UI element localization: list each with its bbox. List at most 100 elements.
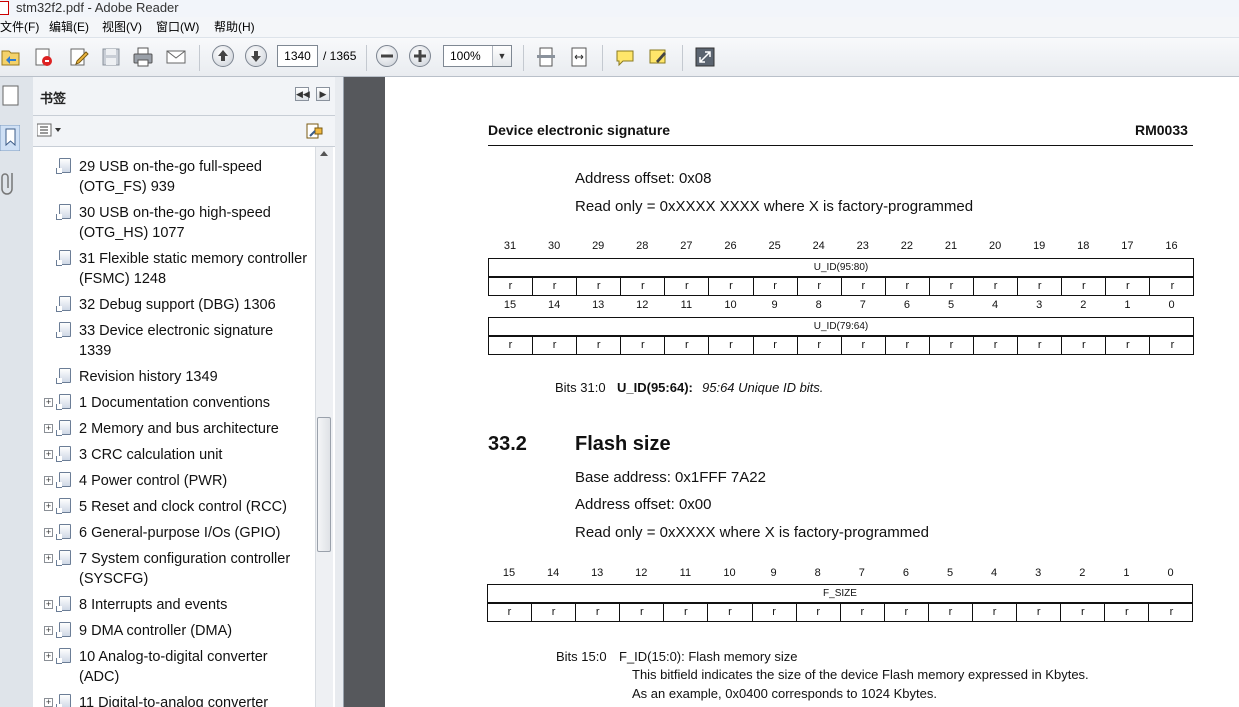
page-number-input[interactable]: 1340 <box>277 45 318 67</box>
bookmark-label: 33 Device electronic signature 1339 <box>79 323 274 359</box>
bookmarks-scrollbar[interactable] <box>315 147 333 707</box>
bit-access-cell: r <box>576 604 621 621</box>
fit-width-icon[interactable] <box>568 46 590 68</box>
expand-icon[interactable]: + <box>44 626 53 635</box>
expand-icon[interactable]: + <box>44 502 53 511</box>
bookmark-icon <box>56 648 71 664</box>
bit-access-cell: r <box>621 337 666 354</box>
bit-number: 10 <box>724 299 737 311</box>
bit-number: 4 <box>991 567 998 579</box>
plus-icon <box>414 50 426 62</box>
uid-bits-label: Bits 31:0 <box>555 380 606 395</box>
comment-icon[interactable] <box>614 46 636 68</box>
bit-access-cell: r <box>577 278 622 295</box>
flash-access-row: rrrrrrrrrrrrrrrr <box>487 603 1193 622</box>
expand-panel-button[interactable]: ▶ <box>316 87 330 101</box>
menu-edit[interactable]: 编辑(E) <box>49 19 89 35</box>
save-icon[interactable] <box>100 46 122 68</box>
bit-number: 13 <box>591 567 604 579</box>
register-name: F_SIZE <box>823 588 857 599</box>
expand-icon[interactable]: + <box>44 398 53 407</box>
bookmark-label: 3 CRC calculation unit <box>79 447 223 463</box>
bookmark-icon <box>56 472 71 488</box>
expand-icon[interactable]: + <box>44 424 53 433</box>
section-number: 33.2 <box>488 433 527 455</box>
open-file-icon[interactable] <box>0 46 22 68</box>
uid-access-row-1: rrrrrrrrrrrrrrrr <box>488 277 1194 296</box>
bit-number: 6 <box>902 567 909 579</box>
bit-access-cell: r <box>798 337 842 354</box>
bit-number: 5 <box>946 567 954 579</box>
bookmark-icon <box>56 296 71 312</box>
bookmark-label: 1 Documentation conventions <box>79 395 271 411</box>
find-bookmark-icon[interactable] <box>306 122 324 140</box>
menu-help[interactable]: 帮助(H) <box>214 19 255 35</box>
bookmark-label: 7 System configuration controller (SYSCF… <box>79 551 291 587</box>
scrollbar-thumb[interactable] <box>317 417 331 552</box>
bookmark-options-icon[interactable] <box>37 123 63 137</box>
highlight-icon[interactable] <box>647 46 669 68</box>
expand-icon[interactable]: + <box>44 652 53 661</box>
uid-register-name-row-1: U_ID(95:80) <box>488 258 1194 277</box>
edit-document-icon[interactable] <box>68 46 90 68</box>
bit-number: 31 <box>503 240 517 252</box>
bit-access-cell: r <box>842 337 886 354</box>
previous-page-button[interactable] <box>212 45 234 67</box>
expand-icon[interactable]: + <box>44 698 53 707</box>
bookmark-icon <box>56 446 71 462</box>
email-icon[interactable] <box>165 46 187 68</box>
menu-file[interactable]: 文件(F) <box>0 19 39 35</box>
bit-number: 21 <box>944 240 958 252</box>
fit-page-icon[interactable] <box>535 46 557 68</box>
uid-read-only: Read only = 0xXXXX XXXX where X is facto… <box>575 198 974 215</box>
bit-access-cell: r <box>620 604 665 621</box>
bit-number: 8 <box>815 299 822 311</box>
bit-access-cell: r <box>533 278 578 295</box>
page-header-left: Device electronic signature <box>488 122 671 138</box>
menu-view[interactable]: 视图(V) <box>102 19 142 35</box>
next-page-button[interactable] <box>245 45 267 67</box>
chevron-down-icon[interactable]: ▼ <box>492 46 511 66</box>
expand-icon[interactable]: + <box>44 476 53 485</box>
print-icon[interactable] <box>132 46 154 68</box>
page-thumbnails-icon[interactable] <box>2 85 20 107</box>
bookmark-label: 10 Analog-to-digital converter (ADC) <box>79 649 268 685</box>
arrow-up-icon <box>218 50 228 61</box>
bit-number: 7 <box>859 299 866 311</box>
expand-icon[interactable]: + <box>44 450 53 459</box>
bit-number: 24 <box>812 240 825 252</box>
expand-icon[interactable]: + <box>44 600 53 609</box>
bookmark-icon <box>56 694 71 707</box>
toolbar-separator <box>366 45 367 71</box>
flash-register-name-row: F_SIZE <box>487 584 1193 603</box>
expand-icon[interactable]: + <box>44 554 53 563</box>
bookmark-label: 6 General-purpose I/Os (GPIO) <box>79 525 281 541</box>
scroll-up-icon[interactable] <box>320 151 328 156</box>
bookmarks-toolbar <box>33 116 335 147</box>
bit-access-cell: r <box>488 604 532 621</box>
full-screen-icon[interactable] <box>694 46 716 68</box>
collapse-panel-button[interactable]: ◀◀ <box>295 87 310 101</box>
panel-splitter[interactable] <box>335 77 344 707</box>
bookmark-icon <box>56 420 71 436</box>
bit-number: 30 <box>547 240 561 252</box>
zoom-out-button[interactable] <box>376 45 398 67</box>
zoom-in-button[interactable] <box>409 45 431 67</box>
create-pdf-icon[interactable] <box>32 46 54 68</box>
bit-access-cell: r <box>709 604 753 621</box>
uid-access-row-2: rrrrrrrrrrrrrrrr <box>488 336 1194 355</box>
attachments-icon[interactable] <box>0 169 18 197</box>
zoom-select[interactable]: 100% ▼ <box>443 45 512 67</box>
bit-number: 13 <box>592 299 605 311</box>
bit-access-cell: r <box>1106 278 1151 295</box>
menu-window[interactable]: 窗口(W) <box>156 19 199 35</box>
flash-base-address: Base address: 0x1FFF 7A22 <box>575 469 766 486</box>
bookmark-label: 30 USB on-the-go high-speed (OTG_HS) 107… <box>79 205 271 241</box>
bit-access-cell: r <box>886 278 930 295</box>
bit-number: 1 <box>1123 567 1130 579</box>
bit-number: 29 <box>592 240 605 252</box>
toolbar-separator <box>523 45 524 71</box>
bit-number: 17 <box>1121 240 1134 252</box>
bookmarks-icon[interactable] <box>0 125 20 151</box>
expand-icon[interactable]: + <box>44 528 53 537</box>
